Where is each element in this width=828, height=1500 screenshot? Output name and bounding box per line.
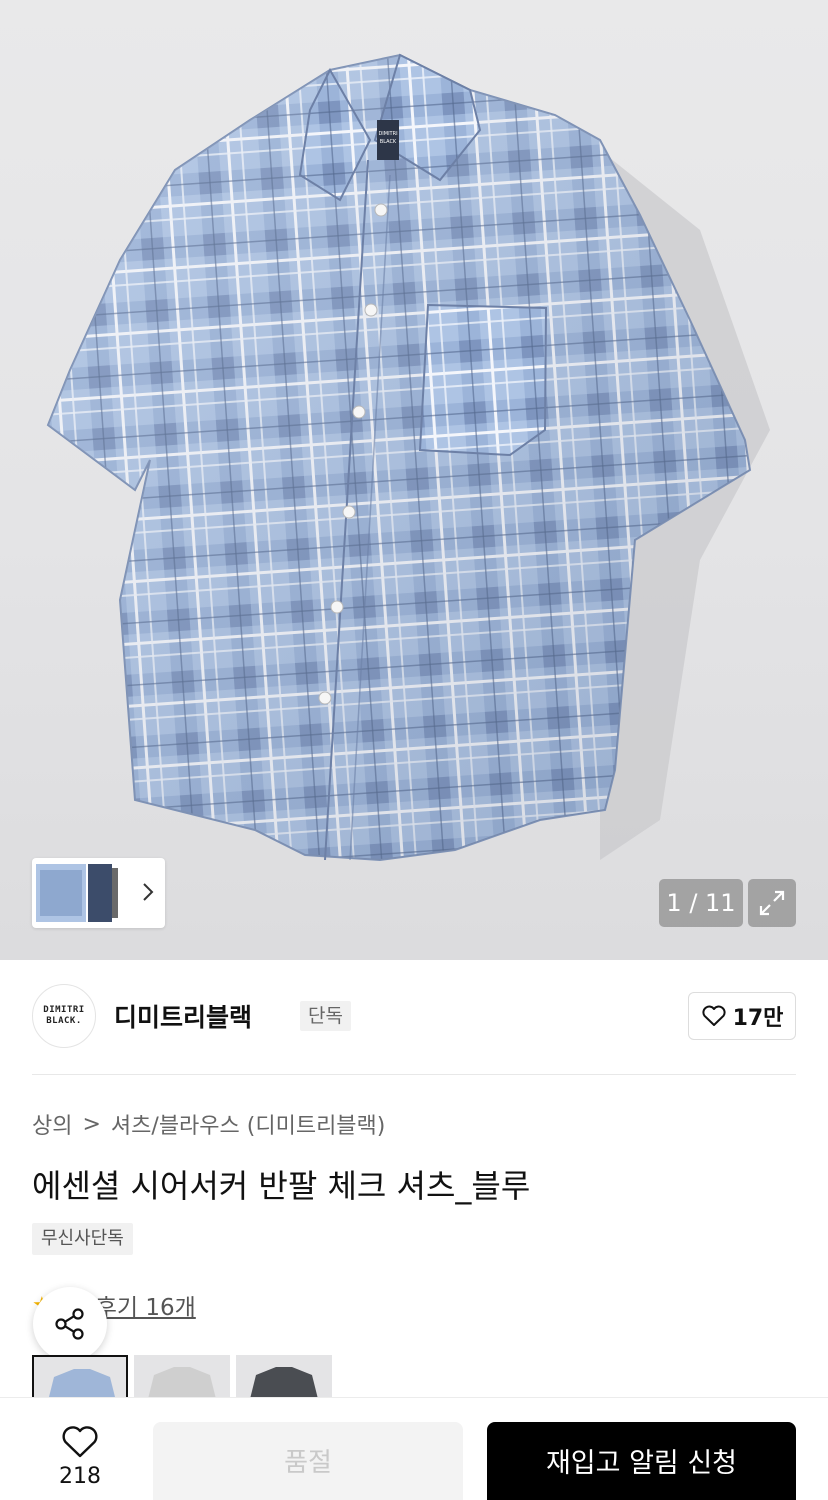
swatch-white[interactable] bbox=[134, 1355, 230, 1399]
swatch-image bbox=[250, 1367, 318, 1399]
brand-logo-line-1: DIMITRI bbox=[43, 1005, 85, 1015]
share-button[interactable] bbox=[33, 1287, 107, 1361]
swatch-blue[interactable] bbox=[32, 1355, 128, 1399]
image-counter: 1 / 11 bbox=[659, 879, 743, 927]
brand-logo-line-2: BLACK. bbox=[46, 1016, 82, 1026]
product-image: DIMITRI BLACK bbox=[46, 53, 770, 862]
chevron-right-icon[interactable] bbox=[141, 880, 155, 904]
brand-like-count: 17만 bbox=[732, 1006, 784, 1031]
breadcrumb-item-top[interactable]: 상의 bbox=[32, 1108, 72, 1140]
brand-logo[interactable]: DIMITRI BLACK. bbox=[32, 984, 96, 1048]
thumbnail-image[interactable] bbox=[36, 864, 118, 922]
heart-icon bbox=[62, 1426, 98, 1458]
soldout-button[interactable]: 품절 bbox=[153, 1422, 463, 1500]
brand-name[interactable]: 디미트리블랙 bbox=[114, 998, 252, 1034]
swatch-black[interactable] bbox=[236, 1355, 332, 1399]
breadcrumb-item-category[interactable]: 셔츠/블라우스 (디미트리블랙) bbox=[111, 1108, 385, 1140]
review-link[interactable]: 후기 16개 bbox=[96, 1288, 196, 1322]
wishlist-count: 218 bbox=[59, 1464, 101, 1489]
svg-text:DIMITRI: DIMITRI bbox=[378, 131, 397, 137]
thumbnail-strip[interactable] bbox=[32, 858, 165, 928]
brand-exclusive-tag: 단독 bbox=[300, 1001, 351, 1031]
share-icon bbox=[55, 1308, 84, 1340]
product-image-gallery[interactable]: DIMITRI BLACK 1 / 11 bbox=[0, 0, 828, 960]
breadcrumb-separator: > bbox=[82, 1111, 101, 1137]
brand-row: DIMITRI BLACK. 디미트리블랙 단독 17만 bbox=[32, 984, 796, 1050]
svg-text:BLACK: BLACK bbox=[380, 139, 397, 145]
color-swatches bbox=[32, 1355, 332, 1399]
expand-button[interactable] bbox=[748, 879, 796, 927]
heart-icon bbox=[701, 1005, 726, 1026]
wishlist-button[interactable]: 218 bbox=[40, 1424, 120, 1498]
product-title: 에센셜 시어서커 반팔 체크 셔츠_블루 bbox=[32, 1167, 531, 1205]
swatch-image bbox=[49, 1369, 115, 1397]
breadcrumb: 상의 > 셔츠/블라우스 (디미트리블랙) bbox=[32, 1108, 385, 1140]
exclusive-badge: 무신사단독 bbox=[32, 1223, 133, 1255]
expand-icon bbox=[759, 890, 785, 916]
swatch-image bbox=[148, 1367, 216, 1399]
brand-like-button[interactable]: 17만 bbox=[688, 992, 796, 1040]
bottom-action-bar: 218 품절 재입고 알림 신청 bbox=[0, 1397, 828, 1500]
divider bbox=[32, 1074, 796, 1075]
restock-alert-button[interactable]: 재입고 알림 신청 bbox=[487, 1422, 796, 1500]
